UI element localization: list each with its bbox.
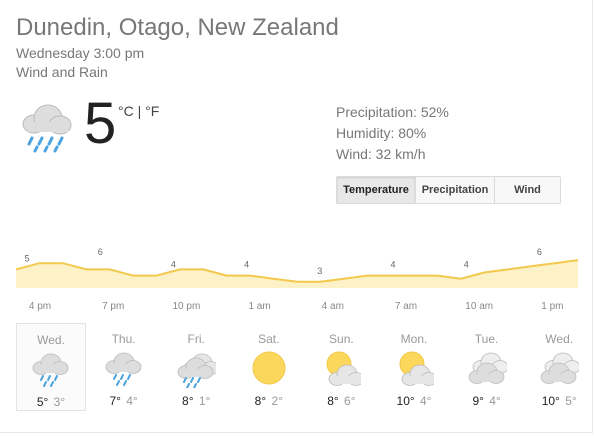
datetime-label: Wednesday 3:00 pm: [16, 45, 145, 61]
forecast-low: 2°: [268, 394, 283, 408]
partly-cloudy-icon: [326, 351, 362, 386]
rain-cloud-icon: [32, 353, 69, 387]
forecast-high: 10°: [541, 394, 560, 408]
chart-value-label: 6: [98, 247, 103, 257]
unit-switch: °C | °F: [118, 103, 159, 119]
forecast-low: 1°: [195, 394, 211, 408]
forecast-day[interactable]: Wed. 5° 3°: [16, 323, 86, 411]
forecast-high: 5°: [36, 395, 49, 409]
forecast-high: 8°: [254, 394, 267, 408]
partly-cloudy-icon: [399, 351, 434, 386]
unit-separator: |: [133, 103, 146, 119]
forecast-day[interactable]: Thu. 7° 4°: [89, 323, 159, 411]
forecast-day-name: Tue.: [474, 332, 499, 346]
weather-details: Precipitation: 52% Humidity: 80% Wind: 3…: [336, 102, 449, 165]
forecast-day-name: Fri.: [187, 332, 205, 346]
cloudy-icon: [468, 352, 507, 384]
chart-value-label: 4: [390, 260, 395, 270]
forecast-day[interactable]: Fri. 8° 1°: [161, 323, 231, 411]
chart-value-label: 4: [171, 260, 176, 270]
hour-label: 7 am: [395, 301, 417, 312]
chart-value-label: 3: [317, 266, 322, 276]
hour-label: 4 am: [322, 301, 344, 312]
forecast-day[interactable]: Sun. 8° 6°: [306, 323, 376, 411]
forecast-day-name: Wed.: [37, 333, 65, 347]
forecast-day[interactable]: Wed. 10° 5°: [524, 323, 594, 411]
chart-value-label: 4: [464, 260, 469, 270]
forecast-day[interactable]: Tue. 9° 4°: [452, 323, 522, 411]
forecast-temps: 10° 5°: [524, 394, 594, 408]
forecast-day[interactable]: Mon. 10° 4°: [379, 323, 449, 411]
forecast-day-name: Sat.: [258, 332, 280, 346]
chart-value-label: 4: [244, 260, 249, 270]
forecast-low: 6°: [340, 394, 356, 408]
humidity-detail: Humidity: 80%: [336, 125, 427, 141]
celsius-toggle[interactable]: °C: [118, 103, 134, 119]
hour-label: 1 pm: [541, 301, 563, 312]
forecast-day-name: Wed.: [545, 332, 574, 346]
rain-cloud-icon: [105, 352, 141, 386]
forecast-low: 4°: [122, 394, 138, 408]
hour-label: 10 pm: [173, 301, 201, 312]
forecast-low: 4°: [416, 394, 432, 408]
tab-precipitation[interactable]: Precipitation: [416, 177, 495, 203]
forecast-high: 8°: [182, 394, 194, 408]
tab-wind[interactable]: Wind: [495, 177, 560, 203]
forecast-low: 5°: [561, 394, 577, 408]
weather-card: Dunedin, Otago, New Zealand Wednesday 3:…: [0, 0, 593, 433]
forecast-high: 8°: [327, 394, 339, 408]
hour-label: 7 pm: [102, 301, 124, 312]
rain-cloud-icon: [22, 104, 72, 153]
forecast-temps: 8° 6°: [306, 394, 376, 408]
fahrenheit-toggle[interactable]: °F: [145, 103, 159, 119]
forecast-high: 10°: [396, 394, 415, 408]
forecast-day[interactable]: Sat. 8° 2°: [234, 323, 304, 411]
rain-clouds-icon: [177, 353, 217, 388]
hour-label: 4 pm: [29, 301, 51, 312]
forecast-temps: 5° 3°: [17, 395, 85, 409]
forecast-temps: 10° 4°: [379, 394, 449, 408]
wind-detail: Wind: 32 km/h: [336, 146, 426, 162]
chart-value-label: 6: [537, 247, 542, 257]
precipitation-detail: Precipitation: 52%: [336, 104, 449, 120]
chart-area: [16, 260, 578, 288]
chart-tabs: Temperature Precipitation Wind: [336, 176, 561, 204]
forecast-temps: 8° 1°: [161, 394, 231, 408]
forecast-temps: 9° 4°: [452, 394, 522, 408]
condition-label: Wind and Rain: [16, 64, 108, 80]
sun-icon: [252, 351, 286, 385]
forecast-day-name: Mon.: [400, 332, 428, 346]
tab-temperature[interactable]: Temperature: [337, 177, 416, 203]
current-temperature: 5: [84, 91, 117, 156]
chart-value-label: 5: [24, 253, 29, 263]
forecast-high: 9°: [472, 394, 484, 408]
forecast-high: 7°: [109, 394, 121, 408]
forecast-low: 4°: [485, 394, 501, 408]
forecast-day-name: Sun.: [329, 332, 354, 346]
cloudy-icon: [540, 352, 580, 384]
temperature-chart: 4 pm 7 pm 10 pm 1 am 4 am 7 am 10 am 1 pm 5 6 4 4 3 4…: [16, 247, 579, 312]
forecast-temps: 7° 4°: [89, 394, 159, 408]
forecast-day-name: Thu.: [111, 332, 136, 346]
forecast-temps: 8° 2°: [234, 394, 304, 408]
forecast-strip: Wed. 5° 3° Thu. 7° 4° Fri. 8° 1° Sat. 8°…: [16, 323, 592, 413]
forecast-low: 3°: [50, 395, 66, 409]
location-title: Dunedin, Otago, New Zealand: [16, 14, 339, 41]
hour-label: 1 am: [248, 301, 270, 312]
hour-label: 10 am: [465, 301, 493, 312]
